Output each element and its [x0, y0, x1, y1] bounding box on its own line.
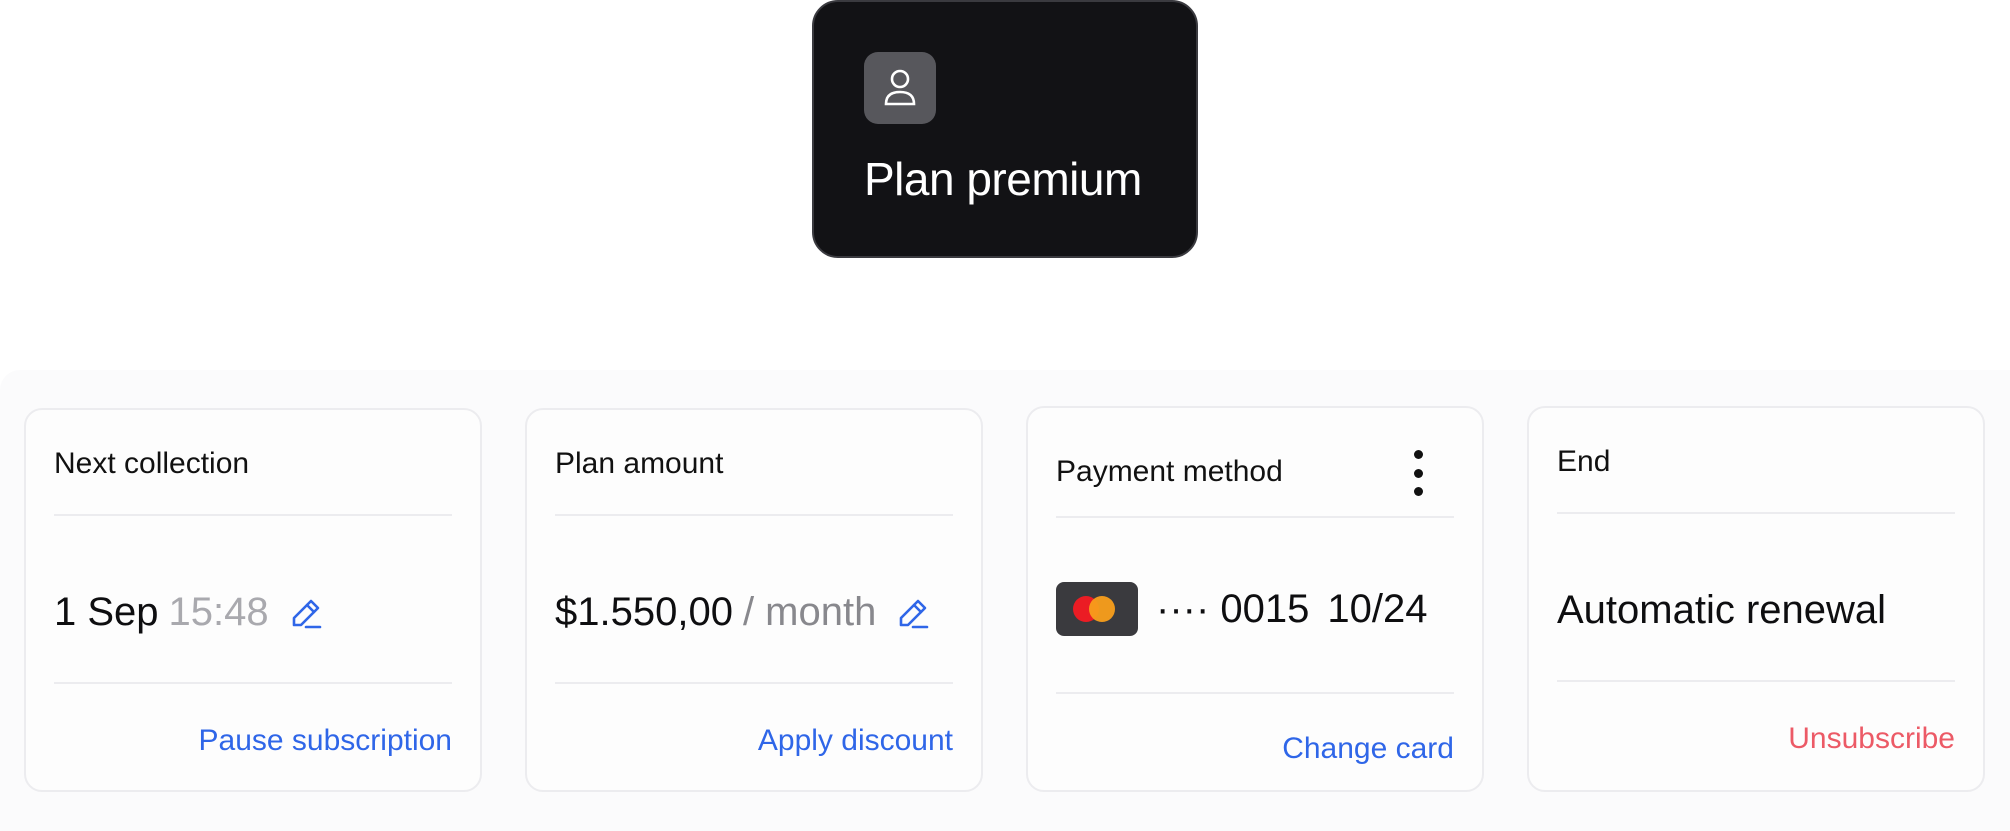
end-value: Automatic renewal: [1557, 588, 1887, 632]
edit-icon[interactable]: [289, 596, 323, 630]
unsubscribe-link[interactable]: Unsubscribe: [1788, 722, 1955, 756]
payment-card-value: ···· 0015 10/24: [1056, 582, 1428, 636]
dot: [1413, 487, 1423, 496]
divider: [555, 682, 953, 684]
plan-amount: $1.550,00: [555, 590, 733, 634]
next-collection-value: 1 Sep 15:48: [54, 590, 323, 635]
divider: [1557, 512, 1955, 514]
masked-card-number: ···· 0015: [1156, 586, 1310, 631]
apply-discount-link[interactable]: Apply discount: [758, 724, 953, 758]
divider: [1056, 692, 1454, 694]
plan-title: Plan premium: [864, 153, 1142, 205]
card-expiry: 10/24: [1327, 586, 1428, 631]
plan-card: Plan premium: [812, 0, 1198, 258]
edit-icon[interactable]: [896, 596, 930, 630]
end-card: End Automatic renewal Unsubscribe: [1527, 406, 1985, 792]
dot: [1413, 468, 1423, 478]
next-collection-card: Next collection 1 Sep 15:48 Pause subscr…: [24, 408, 482, 792]
user-icon: [864, 52, 936, 124]
card-title: Payment method: [1056, 455, 1283, 488]
plan-amount-card: Plan amount $1.550,00 / month Apply disc…: [525, 408, 983, 792]
plan-period: / month: [742, 590, 877, 634]
mastercard-icon: [1056, 582, 1138, 636]
payment-method-card: Payment method ···· 0015 10/24 Change ca…: [1026, 406, 1484, 792]
card-title: Plan amount: [555, 447, 724, 480]
collection-date: 1 Sep: [54, 590, 159, 634]
plan-amount-value: $1.550,00 / month: [555, 590, 930, 635]
change-card-link[interactable]: Change card: [1282, 732, 1454, 766]
divider: [555, 514, 953, 516]
divider: [54, 514, 452, 516]
pause-subscription-link[interactable]: Pause subscription: [199, 724, 452, 758]
mastercard-circle-orange: [1089, 596, 1115, 622]
divider: [1557, 680, 1955, 682]
divider: [1056, 516, 1454, 518]
dot: [1413, 450, 1423, 459]
divider: [54, 682, 452, 684]
card-title: Next collection: [54, 447, 250, 480]
collection-time: 15:48: [168, 590, 269, 634]
subscription-details-panel: Next collection 1 Sep 15:48 Pause subscr…: [0, 370, 2010, 831]
more-options-icon[interactable]: [1412, 450, 1424, 496]
card-title: End: [1557, 445, 1611, 478]
